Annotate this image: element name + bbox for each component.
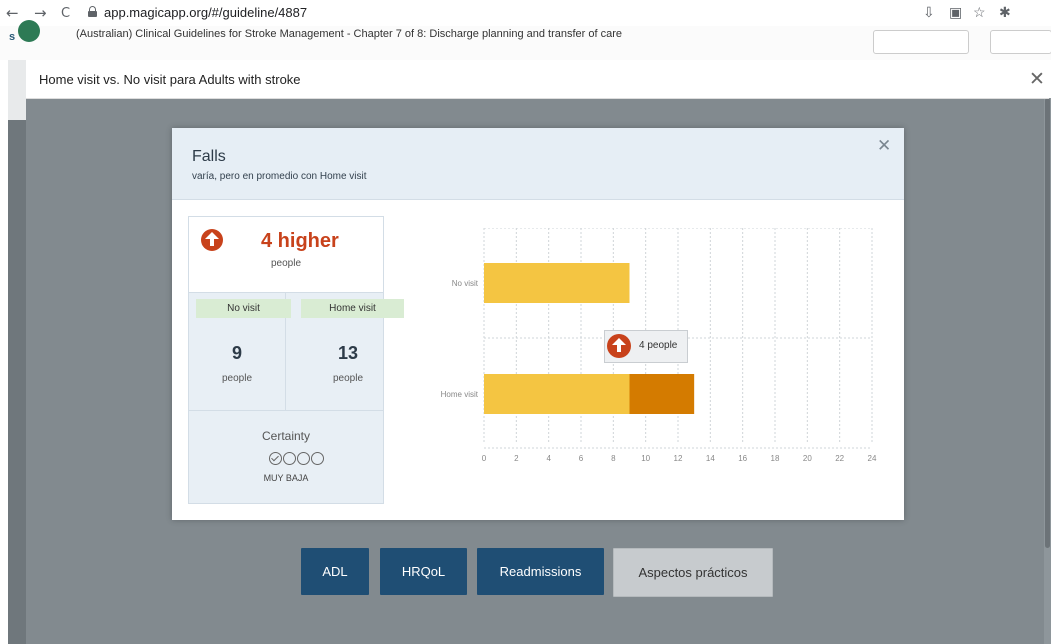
chart-category-label: Home visit	[441, 390, 479, 399]
tab-aspectos-pr-cticos[interactable]: Aspectos prácticos	[613, 548, 773, 597]
tooltip-text: 4 people	[639, 340, 678, 351]
intervention-column: Home visit 13 people	[286, 293, 404, 410]
certainty-empty-circle-icon	[283, 452, 296, 466]
install-app-icon[interactable]: ⇩	[923, 4, 935, 21]
tab-adl[interactable]: ADL	[301, 548, 369, 595]
chart-x-tick-label: 12	[674, 454, 683, 463]
modal-close-icon[interactable]: ✕	[877, 136, 891, 156]
chart-bar-base	[484, 374, 630, 414]
certainty-box: Certainty MUY BAJA	[189, 410, 383, 504]
effect-box: 4 higher people	[189, 217, 383, 293]
arrow-up-circle-icon	[607, 334, 631, 358]
guideline-title: (Australian) Clinical Guidelines for Str…	[76, 28, 622, 40]
chart-category-label: No visit	[452, 279, 479, 288]
site-logo-letter: s	[9, 31, 16, 43]
scrollbar-thumb[interactable]	[1045, 98, 1050, 548]
chart-x-tick-label: 14	[706, 454, 715, 463]
intervention-label: Home visit	[301, 299, 404, 318]
chart-x-tick-label: 8	[611, 454, 616, 463]
certainty-rating	[269, 450, 325, 466]
chart-bar-difference	[629, 374, 695, 414]
outcome-tabs: ADL HRQoL Readmissions Aspectos prácticos	[0, 548, 1051, 597]
comparator-column: No visit 9 people	[189, 293, 291, 410]
arrow-up-circle-icon	[201, 229, 223, 251]
effect-unit: people	[270, 258, 302, 269]
address-bar[interactable]: app.magicapp.org/#/guideline/4887	[104, 5, 307, 20]
chart-x-tick-label: 20	[803, 454, 812, 463]
bookmark-star-icon[interactable]: ☆	[973, 4, 986, 21]
chart-x-tick-label: 10	[641, 454, 650, 463]
certainty-grade: MUY BAJA	[263, 473, 309, 483]
comparator-unit: people	[221, 373, 253, 384]
effect-value: 4 higher	[261, 230, 339, 252]
comparator-label: No visit	[196, 299, 291, 318]
outer-modal-header: Home visit vs. No visit para Adults with…	[26, 60, 1049, 99]
certainty-empty-circle-icon	[311, 452, 324, 466]
outer-close-icon[interactable]: ✕	[1029, 68, 1045, 90]
site-button[interactable]	[873, 30, 969, 54]
outer-modal-title: Home visit vs. No visit para Adults with…	[39, 72, 301, 87]
chart-x-tick-label: 6	[579, 454, 584, 463]
extensions-icon[interactable]: ✱	[999, 4, 1011, 21]
site-logo-icon	[18, 20, 40, 42]
intervention-unit: people	[332, 373, 364, 384]
chart-x-tick-label: 2	[514, 454, 519, 463]
site-button-2[interactable]	[990, 30, 1051, 54]
lock-icon	[88, 6, 97, 17]
intervention-value: 13	[337, 343, 359, 363]
certainty-filled-circle-icon	[269, 452, 282, 466]
effect-tooltip: 4 people	[604, 330, 688, 363]
translate-icon[interactable]: ▣	[949, 4, 962, 21]
tab-readmissions[interactable]: Readmissions	[477, 548, 604, 595]
effect-summary: 4 higher people No visit 9 people Home v…	[188, 216, 404, 504]
certainty-label: Certainty	[261, 429, 311, 443]
browser-toolbar: ← → C app.magicapp.org/#/guideline/4887 …	[0, 0, 1051, 26]
certainty-empty-circle-icon	[297, 452, 310, 466]
modal-subtitle: varía, pero en promedio con Home visit	[192, 171, 367, 182]
chart-x-tick-label: 18	[771, 454, 780, 463]
comparator-value: 9	[231, 343, 242, 363]
modal-header: Falls varía, pero en promedio con Home v…	[172, 128, 904, 200]
reload-button[interactable]: C	[61, 6, 70, 21]
chart-x-tick-label: 0	[482, 454, 487, 463]
outcome-modal: Falls varía, pero en promedio con Home v…	[172, 128, 904, 520]
forward-button[interactable]: →	[34, 4, 47, 22]
tab-hrqol[interactable]: HRQoL	[380, 548, 467, 595]
chart-x-tick-label: 22	[835, 454, 844, 463]
chart-x-tick-label: 24	[868, 454, 877, 463]
chart-x-tick-label: 16	[738, 454, 747, 463]
chart-bar-base	[484, 263, 630, 303]
chart-x-tick-label: 4	[546, 454, 551, 463]
modal-title: Falls	[192, 148, 226, 165]
back-button[interactable]: ←	[6, 4, 19, 22]
